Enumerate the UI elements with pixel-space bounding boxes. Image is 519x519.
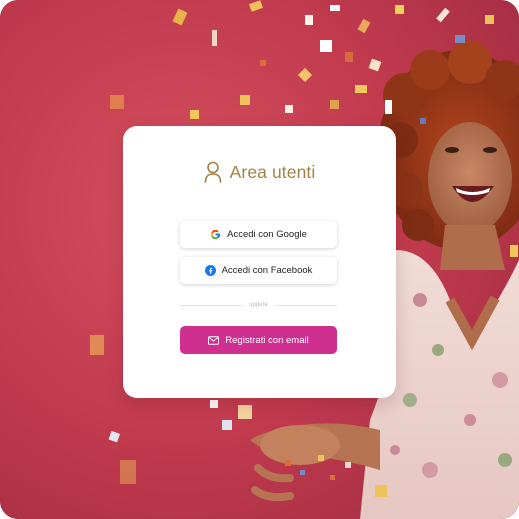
envelope-icon xyxy=(208,335,220,345)
user-icon xyxy=(204,161,221,183)
divider-line-left xyxy=(180,304,244,306)
google-login-button[interactable]: Accedi con Google xyxy=(180,221,337,248)
facebook-logo-icon xyxy=(204,265,216,276)
login-card: Area utenti Accedi con Google Accedi con… xyxy=(123,126,396,398)
login-screen: Area utenti Accedi con Google Accedi con… xyxy=(0,0,519,519)
or-divider: oppure xyxy=(180,300,337,310)
google-logo-icon xyxy=(211,229,221,240)
email-register-button[interactable]: Registrati con email xyxy=(180,326,337,354)
divider-text: oppure xyxy=(249,302,268,308)
email-register-label: Registrati con email xyxy=(225,334,309,346)
divider-line-right xyxy=(273,304,337,306)
facebook-login-button[interactable]: Accedi con Facebook xyxy=(180,257,337,284)
card-title: Area utenti xyxy=(229,161,316,182)
facebook-login-label: Accedi con Facebook xyxy=(221,265,313,276)
google-login-label: Accedi con Google xyxy=(227,229,307,240)
card-header: Area utenti xyxy=(123,160,396,184)
